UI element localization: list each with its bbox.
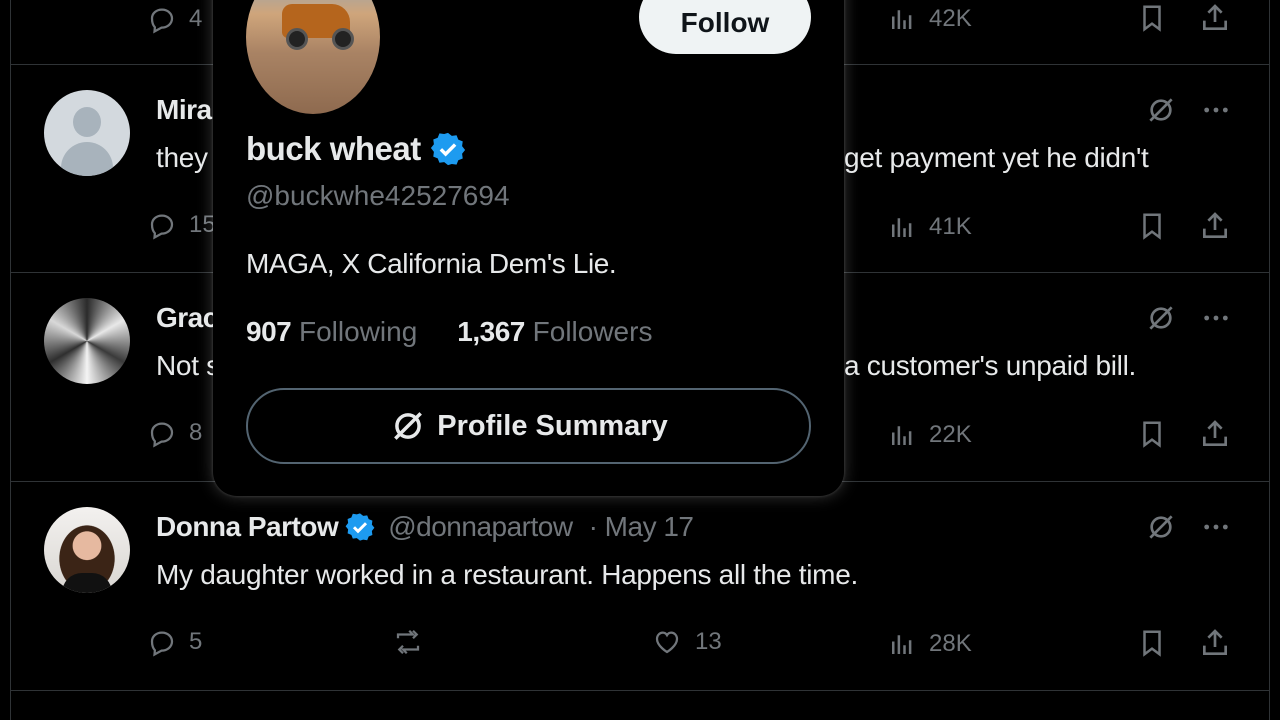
views-count: 22K bbox=[929, 421, 972, 448]
views-button[interactable]: 22K bbox=[887, 420, 972, 450]
views-count: 42K bbox=[929, 5, 972, 32]
profile-bio: MAGA, X California Dem's Lie. bbox=[246, 248, 617, 279]
reply-button[interactable]: 15 bbox=[147, 210, 216, 240]
profile-name-row[interactable]: buck wheat bbox=[246, 130, 467, 168]
reply-icon bbox=[147, 418, 177, 448]
tweet-text: My daughter worked in a restaurant. Happ… bbox=[156, 559, 858, 590]
followers-link[interactable]: 1,367 Followers bbox=[457, 316, 652, 348]
bookmark-icon[interactable] bbox=[1137, 210, 1167, 242]
views-button[interactable]: 41K bbox=[887, 212, 972, 242]
views-icon bbox=[887, 4, 917, 34]
bookmark-icon[interactable] bbox=[1137, 627, 1167, 659]
grok-icon bbox=[389, 407, 427, 445]
share-icon[interactable] bbox=[1199, 627, 1231, 659]
bookmark-icon[interactable] bbox=[1137, 418, 1167, 450]
grok-icon[interactable] bbox=[1145, 302, 1177, 334]
share-icon[interactable] bbox=[1199, 2, 1231, 34]
divider bbox=[11, 690, 1269, 691]
reply-count: 4 bbox=[189, 5, 203, 32]
profile-avatar[interactable] bbox=[246, 0, 380, 114]
views-icon bbox=[887, 629, 917, 659]
like-count: 13 bbox=[695, 628, 722, 655]
reply-icon bbox=[147, 4, 177, 34]
heart-icon bbox=[651, 627, 683, 657]
share-icon[interactable] bbox=[1199, 418, 1231, 450]
reply-button[interactable]: 8 bbox=[147, 418, 202, 448]
follow-button[interactable]: Follow bbox=[639, 0, 811, 54]
tweet-date[interactable]: · May 17 bbox=[589, 511, 694, 543]
avatar[interactable] bbox=[44, 507, 130, 593]
tweet-text-end: a customer's unpaid bill. bbox=[844, 350, 1136, 381]
views-button[interactable]: 42K bbox=[887, 4, 972, 34]
author-name[interactable]: Grac bbox=[156, 302, 218, 334]
profile-stats: 907 Following 1,367 Followers bbox=[246, 316, 652, 348]
avatar[interactable] bbox=[44, 90, 130, 176]
like-button[interactable]: 13 bbox=[651, 627, 722, 657]
following-label: Following bbox=[299, 316, 418, 347]
followers-label: Followers bbox=[532, 316, 653, 347]
views-button[interactable]: 28K bbox=[887, 629, 972, 659]
views-count: 41K bbox=[929, 213, 972, 240]
bookmark-icon[interactable] bbox=[1137, 2, 1167, 34]
profile-handle[interactable]: @buckwhe42527694 bbox=[246, 180, 510, 212]
views-count: 28K bbox=[929, 630, 972, 657]
profile-hovercard[interactable]: Follow buck wheat @buckwhe42527694 MAGA,… bbox=[213, 0, 844, 496]
views-icon bbox=[887, 212, 917, 242]
reply-button[interactable]: 4 bbox=[147, 4, 202, 34]
author-name-row[interactable]: Donna Partow @donnapartow · May 17 bbox=[156, 511, 694, 543]
author-name[interactable]: Mira bbox=[156, 94, 212, 126]
profile-name[interactable]: buck wheat bbox=[246, 130, 421, 168]
retweet-icon bbox=[391, 627, 425, 657]
profile-summary-label: Profile Summary bbox=[437, 409, 668, 442]
profile-summary-button[interactable]: Profile Summary bbox=[246, 388, 811, 464]
followers-count: 1,367 bbox=[457, 316, 525, 347]
author-name[interactable]: Donna Partow bbox=[156, 511, 339, 543]
tweet-text-end: get payment yet he didn't bbox=[844, 142, 1149, 173]
share-icon[interactable] bbox=[1199, 210, 1231, 242]
reply-count: 8 bbox=[189, 419, 203, 446]
author-handle[interactable]: @donnapartow bbox=[388, 511, 573, 543]
following-count: 907 bbox=[246, 316, 292, 347]
tweet-text-start: Not s bbox=[156, 350, 220, 381]
more-icon[interactable] bbox=[1199, 94, 1233, 126]
reply-icon bbox=[147, 210, 177, 240]
grok-icon[interactable] bbox=[1145, 94, 1177, 126]
views-icon bbox=[887, 420, 917, 450]
grok-icon[interactable] bbox=[1145, 511, 1177, 543]
reply-icon bbox=[147, 627, 177, 657]
reply-count: 5 bbox=[189, 628, 203, 655]
retweet-button[interactable] bbox=[391, 627, 425, 657]
verified-badge-icon[interactable] bbox=[344, 511, 376, 543]
following-link[interactable]: 907 Following bbox=[246, 316, 417, 348]
more-icon[interactable] bbox=[1199, 302, 1233, 334]
more-icon[interactable] bbox=[1199, 511, 1233, 543]
avatar[interactable] bbox=[44, 298, 130, 384]
reply-count: 15 bbox=[189, 211, 216, 238]
verified-badge-icon[interactable] bbox=[429, 130, 467, 168]
tweet-text-start: they bbox=[156, 142, 208, 173]
reply-button[interactable]: 5 bbox=[147, 627, 202, 657]
